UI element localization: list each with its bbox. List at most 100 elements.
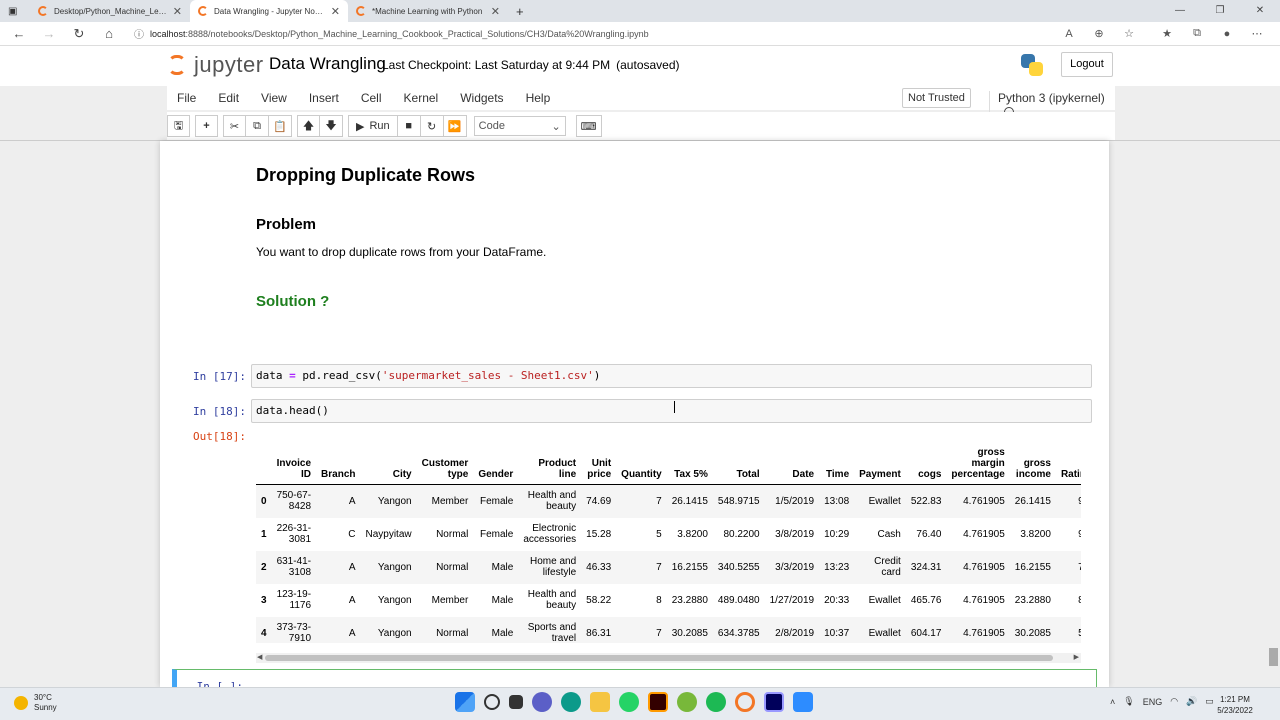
table-row: 1 226-31- 3081 C Naypyitaw Normal Female Electr… bbox=[256, 518, 1081, 551]
cell-text: Naypyitaw bbox=[365, 528, 412, 540]
cell-text: Credit bbox=[874, 556, 901, 567]
move-down-icon[interactable]: 🡇 bbox=[320, 115, 343, 137]
page-vertical-scrollbar[interactable] bbox=[1269, 648, 1278, 666]
save-icon[interactable]: 🖫 bbox=[167, 115, 190, 137]
collections-icon[interactable]: ⧉ bbox=[1182, 27, 1212, 40]
favorites-icon[interactable]: ★ bbox=[1152, 27, 1182, 40]
code-cell-17-input[interactable]: data = pd.read_csv('supermarket_sales - … bbox=[251, 364, 1092, 388]
edge-browser-icon[interactable] bbox=[561, 692, 581, 712]
index-header bbox=[256, 443, 272, 485]
interrupt-stop-icon[interactable]: ■ bbox=[397, 115, 421, 137]
close-icon[interactable]: ✕ bbox=[491, 5, 500, 18]
illustrator-icon[interactable] bbox=[648, 692, 668, 712]
scrollbar-thumb[interactable] bbox=[265, 655, 1053, 661]
restart-icon[interactable]: ↻ bbox=[420, 115, 444, 137]
utorrent-icon[interactable] bbox=[677, 692, 697, 712]
cell-text: 750-67- bbox=[276, 490, 312, 502]
profile-avatar-icon[interactable]: ● bbox=[1212, 28, 1242, 40]
copy-icon[interactable]: ⧉ bbox=[246, 115, 269, 137]
tab-actions-icon[interactable]: ▣ bbox=[0, 0, 30, 22]
clock-date: 5/23/2022 bbox=[1217, 706, 1253, 715]
cell-text: 8 bbox=[656, 594, 662, 606]
restart-run-all-icon[interactable]: ⏩ bbox=[443, 115, 467, 137]
reload-icon[interactable]: ↻ bbox=[64, 26, 94, 42]
tray-chevron-up-icon[interactable]: ˄ bbox=[1110, 697, 1115, 707]
premiere-icon[interactable] bbox=[764, 692, 784, 712]
minimize-icon[interactable]: — bbox=[1160, 0, 1200, 22]
file-explorer-icon[interactable] bbox=[590, 692, 610, 712]
cell-text: A bbox=[348, 561, 356, 573]
logout-button[interactable]: Logout bbox=[1061, 52, 1113, 77]
taskbar-clock[interactable]: 1:21 PM 5/23/2022 bbox=[1210, 694, 1260, 716]
menu-widgets[interactable]: Widgets bbox=[450, 91, 513, 105]
home-icon[interactable]: ⌂ bbox=[94, 26, 124, 41]
info-icon[interactable]: ⓘ bbox=[134, 26, 144, 41]
menu-help[interactable]: Help bbox=[516, 91, 561, 105]
menu-insert[interactable]: Insert bbox=[299, 91, 349, 105]
jupyter-favicon-icon bbox=[38, 6, 48, 16]
zoom-app-icon[interactable] bbox=[793, 692, 813, 712]
command-palette-keyboard-icon[interactable]: ⌨ bbox=[575, 115, 602, 137]
menu-edit[interactable]: Edit bbox=[208, 91, 249, 105]
menu-kernel[interactable]: Kernel bbox=[394, 91, 449, 105]
browser-tab-3[interactable]: *Machine Learning with Python ✕ bbox=[348, 0, 508, 22]
cell-text: 80.2200 bbox=[723, 528, 760, 540]
cell-text: Branch bbox=[321, 469, 356, 480]
windows-start-icon[interactable] bbox=[455, 692, 475, 712]
not-trusted-button[interactable]: Not Trusted bbox=[902, 88, 971, 108]
chat-icon[interactable] bbox=[532, 692, 552, 712]
zoom-icon[interactable]: ⊕ bbox=[1084, 27, 1114, 40]
table-cell: 15.28 bbox=[581, 518, 616, 551]
column-header: cogs bbox=[906, 443, 947, 485]
code-cell-18-input[interactable]: data.head() bbox=[251, 399, 1092, 423]
jupyter-logo[interactable]: jupyter bbox=[168, 52, 264, 78]
table-cell: 23.2880 bbox=[1010, 584, 1056, 617]
url-field[interactable]: ⓘ localhost:8888/notebooks/Desktop/Pytho… bbox=[134, 26, 1054, 42]
table-cell: Naypyitaw bbox=[360, 518, 416, 551]
whatsapp-icon[interactable] bbox=[619, 692, 639, 712]
browser-tab-1[interactable]: Desktop/Python_Machine_Learni ✕ bbox=[30, 0, 190, 22]
move-up-icon[interactable]: 🡅 bbox=[297, 115, 320, 137]
new-tab-plus-icon[interactable]: + bbox=[508, 0, 534, 22]
microphone-icon[interactable]: 🎙 bbox=[1123, 696, 1134, 707]
favorite-add-icon[interactable]: ☆ bbox=[1114, 27, 1144, 40]
cell-text: gross bbox=[1023, 458, 1051, 469]
weather-widget[interactable]: 30°C Sunny bbox=[14, 693, 57, 713]
menu-view[interactable]: View bbox=[251, 91, 297, 105]
cell-text: 3/8/2019 bbox=[775, 528, 815, 540]
menu-cell[interactable]: Cell bbox=[351, 91, 392, 105]
cell-text: Tax 5% bbox=[674, 469, 708, 480]
back-arrow-icon[interactable]: ← bbox=[4, 26, 34, 41]
table-cell: 548.9715 bbox=[713, 485, 765, 518]
run-button[interactable]: ▶ Run bbox=[348, 115, 398, 137]
language-indicator[interactable]: ENG bbox=[1143, 697, 1163, 707]
horizontal-scrollbar[interactable]: ◀ ▶ bbox=[256, 653, 1081, 663]
cell-text: 30.2085 bbox=[1014, 627, 1051, 639]
close-icon[interactable]: ✕ bbox=[173, 5, 182, 18]
cut-icon[interactable]: ✂ bbox=[223, 115, 246, 137]
close-icon[interactable]: ✕ bbox=[331, 5, 340, 18]
jupyter-app-icon[interactable] bbox=[735, 692, 755, 712]
window-close-icon[interactable]: ✕ bbox=[1240, 0, 1280, 22]
volume-icon[interactable]: 🔊 bbox=[1186, 696, 1197, 707]
cell-text: 26.1415 bbox=[1014, 495, 1051, 507]
read-aloud-icon[interactable]: A bbox=[1054, 28, 1084, 40]
search-icon[interactable] bbox=[484, 694, 500, 710]
browser-tab-2-active[interactable]: Data Wrangling - Jupyter Noteb ✕ bbox=[190, 0, 348, 22]
notebook-name[interactable]: Data Wrangling bbox=[269, 54, 386, 74]
wifi-icon[interactable]: ◠ bbox=[1170, 696, 1178, 707]
task-view-icon[interactable] bbox=[509, 695, 523, 709]
cell-type-select[interactable]: Code ⌄ bbox=[473, 116, 566, 136]
code-call: pd.read_csv( bbox=[302, 369, 382, 382]
insert-cell-plus-icon[interactable]: + bbox=[195, 115, 218, 137]
scroll-left-arrow-icon[interactable]: ◀ bbox=[257, 653, 262, 663]
table-cell: 3/3/2019 bbox=[765, 551, 820, 584]
scroll-right-arrow-icon[interactable]: ▶ bbox=[1074, 653, 1079, 663]
menu-file[interactable]: File bbox=[167, 91, 206, 105]
more-menu-icon[interactable]: ⋯ bbox=[1242, 27, 1272, 40]
spotify-icon[interactable] bbox=[706, 692, 726, 712]
forward-arrow-icon[interactable]: → bbox=[34, 26, 64, 41]
table-cell: 1/27/2019 bbox=[765, 584, 820, 617]
paste-icon[interactable]: 📋 bbox=[269, 115, 292, 137]
maximize-icon[interactable]: ❐ bbox=[1200, 0, 1240, 22]
